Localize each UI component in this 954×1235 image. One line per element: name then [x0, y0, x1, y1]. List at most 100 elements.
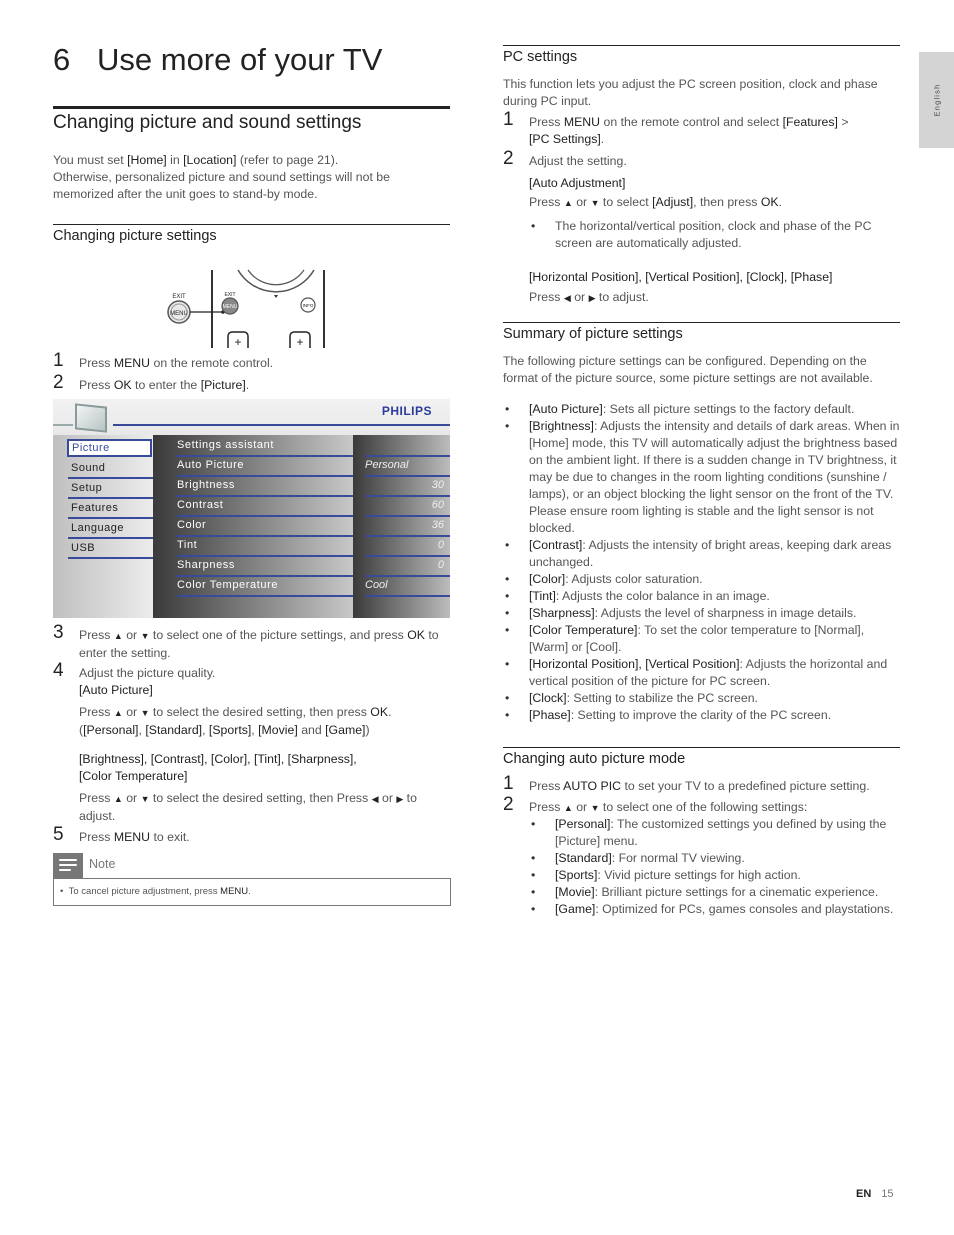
divider [503, 45, 900, 46]
text: or [572, 800, 591, 814]
submenu-item[interactable]: Color [177, 517, 353, 537]
step-2: 2 Press OK to enter the [Picture]. [53, 372, 453, 394]
step-number: 3 [53, 622, 64, 643]
text: Press [79, 791, 114, 805]
setting-title: [Auto Adjustment] [529, 176, 626, 190]
term: [Movie] [555, 885, 595, 899]
setting-value: Cool [365, 577, 450, 597]
step-number: 2 [53, 372, 64, 393]
description: : For normal TV viewing. [611, 851, 745, 865]
language-code: EN [856, 1188, 872, 1200]
term: [Sports] [555, 868, 598, 882]
list-item: [Personal]: The customized settings you … [529, 816, 901, 850]
term: [Features] [782, 115, 838, 129]
language-tab: English [919, 52, 954, 148]
chapter-number: 6 [53, 42, 71, 77]
step-number: 1 [503, 773, 514, 794]
list-item: [Tint]: Adjusts the color balance in an … [503, 588, 901, 605]
term: [Contrast] [529, 538, 583, 552]
list-item: [Standard]: For normal TV viewing. [529, 850, 901, 867]
text: Adjust the setting. [529, 154, 627, 168]
list-item: [Brightness]: Adjusts the intensity and … [503, 418, 901, 537]
text: Press [79, 356, 114, 370]
up-arrow-icon: ▲ [563, 198, 573, 208]
remote-control-icon: MENU EXIT MENU EXIT INFO + + [167, 269, 325, 349]
menu-item-usb[interactable]: USB [68, 539, 153, 559]
text: to set your TV to a predefined picture s… [621, 779, 870, 793]
text: to select [599, 195, 653, 209]
key-label: OK [760, 195, 779, 209]
menu-item-picture[interactable]: Picture [67, 439, 152, 457]
term: [Personal] [555, 817, 611, 831]
text: and [297, 723, 326, 737]
menu-item-setup[interactable]: Setup [68, 479, 153, 499]
step-number: 1 [53, 350, 64, 371]
text: Press [529, 195, 564, 209]
tv-menu-screenshot: PHILIPS Picture Sound Setup Features Lan… [53, 399, 450, 618]
text: Press [529, 115, 564, 129]
text: You must set [53, 153, 128, 167]
divider [503, 747, 900, 748]
step-3: 3 Press ▲ or ▼ to select one of the pict… [53, 622, 453, 662]
text: to adjust. [595, 290, 649, 304]
submenu-item[interactable]: Tint [177, 537, 353, 557]
description: : Adjusts color saturation. [565, 572, 703, 586]
list-item: [Game]: Optimized for PCs, games console… [529, 901, 901, 918]
text: Adjust the picture quality. [79, 666, 216, 680]
text: , then press [693, 195, 761, 209]
left-arrow-icon: ◀ [371, 794, 379, 804]
menu-item-language[interactable]: Language [68, 519, 153, 539]
term: [Sharpness] [529, 606, 595, 620]
key-label: AUTO PIC [563, 779, 622, 793]
page-number: 15 [881, 1188, 894, 1200]
key-label: OK [113, 378, 132, 392]
text: on the remote control. [150, 356, 274, 370]
menu-item-features[interactable]: Features [68, 499, 153, 519]
setting-value: 60 [365, 497, 450, 517]
submenu-item[interactable]: Settings assistant [177, 437, 353, 457]
list-item: [Phase]: Setting to improve the clarity … [503, 707, 901, 724]
subheading-pc-settings: PC settings [503, 49, 578, 65]
step-5: 5 Press MENU to exit. [53, 824, 453, 846]
key-label: MENU [220, 886, 249, 897]
up-arrow-icon: ▲ [113, 631, 123, 641]
subheading-picture-settings: Changing picture settings [53, 228, 217, 244]
submenu-item[interactable]: Sharpness [177, 557, 353, 577]
setting-value: 0 [365, 537, 450, 557]
summary-list: [Auto Picture]: Sets all picture setting… [503, 401, 901, 724]
step-number: 2 [503, 148, 514, 169]
step-1: 1 Press MENU on the remote control. [53, 350, 453, 372]
svg-text:+: + [296, 335, 303, 349]
text: to select the desired setting, then Pres… [149, 791, 372, 805]
submenu-item[interactable]: Brightness [177, 477, 353, 497]
submenu-item[interactable]: Auto Picture [177, 457, 353, 477]
list-item: [Horizontal Position], [Vertical Positio… [503, 656, 901, 690]
term: [Adjust] [652, 195, 694, 209]
svg-text:INFO: INFO [303, 303, 314, 308]
submenu-item[interactable]: Color Temperature [177, 577, 353, 597]
text: Press [79, 628, 114, 642]
step-number: 5 [53, 824, 64, 845]
list-item: [Sharpness]: Adjusts the level of sharpn… [503, 605, 901, 622]
step-4: 4 Adjust the picture quality. [Auto Pict… [53, 661, 453, 699]
submenu-item[interactable]: Contrast [177, 497, 353, 517]
divider [53, 424, 73, 426]
description: : Adjusts the intensity and details of d… [529, 419, 900, 535]
term: [Sports] [208, 723, 252, 737]
step-number: 1 [503, 109, 514, 130]
menu-item-sound[interactable]: Sound [68, 459, 153, 479]
key-label: MENU [113, 356, 151, 370]
setting-title: [Color Temperature] [79, 769, 188, 783]
term: [Personal] [83, 723, 139, 737]
list-item: [Movie]: Brilliant picture settings for … [529, 884, 901, 901]
term: [Tint] [529, 589, 556, 603]
setting-value: 36 [365, 517, 450, 537]
pc-settings-intro: This function lets you adjust the PC scr… [503, 77, 878, 108]
term: [Horizontal Position], [Vertical Positio… [529, 657, 740, 671]
up-arrow-icon: ▲ [563, 803, 573, 813]
svg-text:MENU: MENU [223, 304, 238, 310]
setting-value [365, 437, 450, 457]
text: Press [79, 378, 114, 392]
key-label: OK [407, 628, 425, 642]
list-item: [Color]: Adjusts color saturation. [503, 571, 901, 588]
